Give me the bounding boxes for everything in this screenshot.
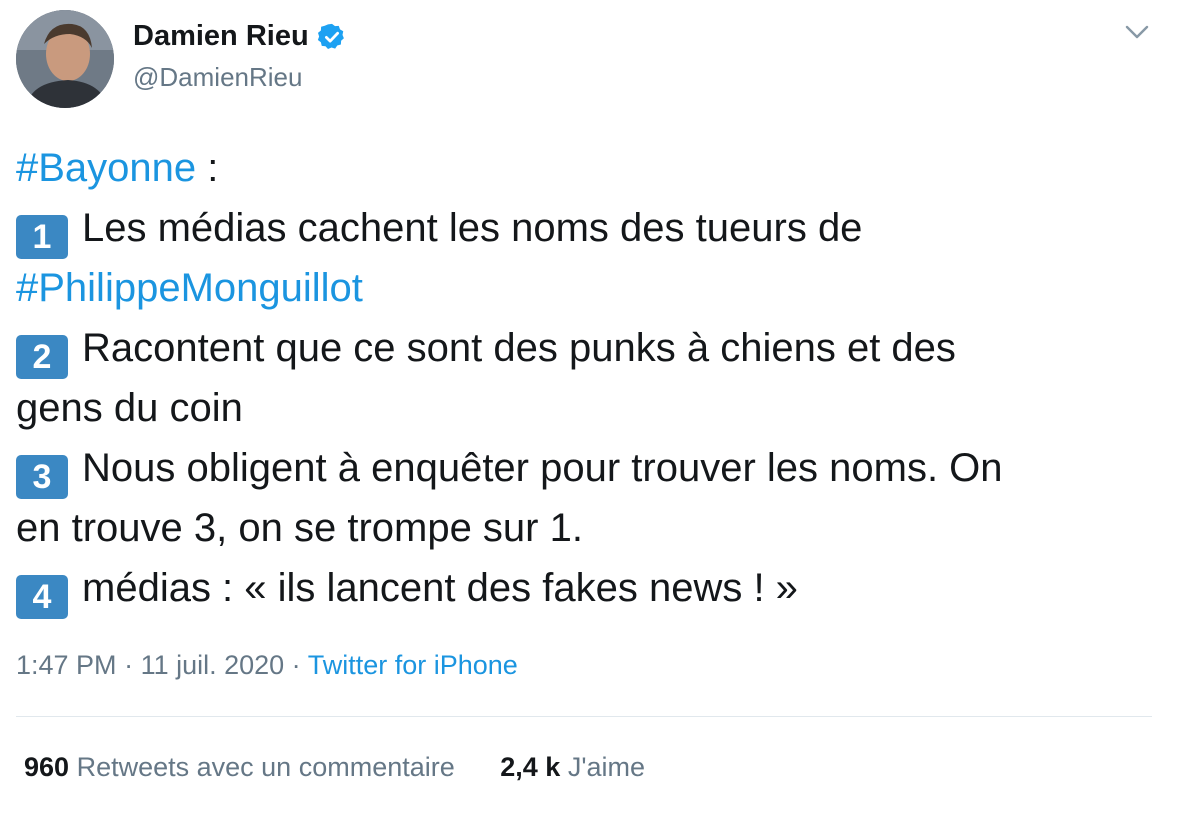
author-handle[interactable]: @DamienRieu (133, 62, 302, 93)
keycap-2-icon: 2 (16, 335, 68, 379)
tweet-stats: 960 Retweets avec un commentaire 2,4 k J… (24, 752, 683, 783)
likes-count: 2,4 k (500, 752, 561, 782)
item-3-text: Nous obligent à enquêter pour trouver le… (82, 446, 1003, 490)
tweet-source-link[interactable]: Twitter for iPhone (308, 650, 518, 680)
avatar[interactable] (16, 10, 114, 108)
retweets-label: Retweets avec un commentaire (76, 752, 455, 782)
verified-badge-icon (317, 23, 344, 49)
item-4-text: médias : « ils lancent des fakes news ! … (82, 566, 798, 610)
likes-label: J'aime (567, 752, 646, 782)
keycap-4-icon: 4 (16, 575, 68, 619)
hashtag-bayonne[interactable]: #Bayonne (16, 146, 196, 190)
tweet-time[interactable]: 1:47 PM (16, 650, 117, 680)
hashtag-philippe[interactable]: #PhilippeMonguillot (16, 266, 363, 310)
meta-separator-2: · (284, 650, 308, 680)
tweet-text: #Bayonne : 1 Les médias cachent les noms … (16, 138, 1146, 619)
tweet-date[interactable]: 11 juil. 2020 (141, 650, 285, 680)
meta-separator: · (116, 650, 141, 680)
keycap-1-icon: 1 (16, 215, 68, 259)
chevron-down-icon[interactable] (1124, 22, 1150, 42)
item-2-text: Racontent que ce sont des punks à chiens… (82, 326, 956, 370)
author-row: Damien Rieu (133, 20, 347, 53)
item-2-text-cont: gens du coin (16, 386, 243, 430)
divider (16, 716, 1152, 717)
item-1-text: Les médias cachent les noms des tueurs d… (82, 206, 863, 250)
retweets-count: 960 (24, 752, 70, 782)
keycap-3-icon: 3 (16, 455, 68, 499)
item-3-text-cont: en trouve 3, on se trompe sur 1. (16, 506, 583, 550)
tweet-meta: 1:47 PM · 11 juil. 2020 · Twitter for iP… (16, 650, 518, 681)
author-name[interactable]: Damien Rieu (133, 20, 309, 53)
colon-text: : (196, 146, 219, 190)
likes-stat[interactable]: 2,4 k J'aime (500, 752, 645, 783)
retweets-stat[interactable]: 960 Retweets avec un commentaire (24, 752, 455, 783)
